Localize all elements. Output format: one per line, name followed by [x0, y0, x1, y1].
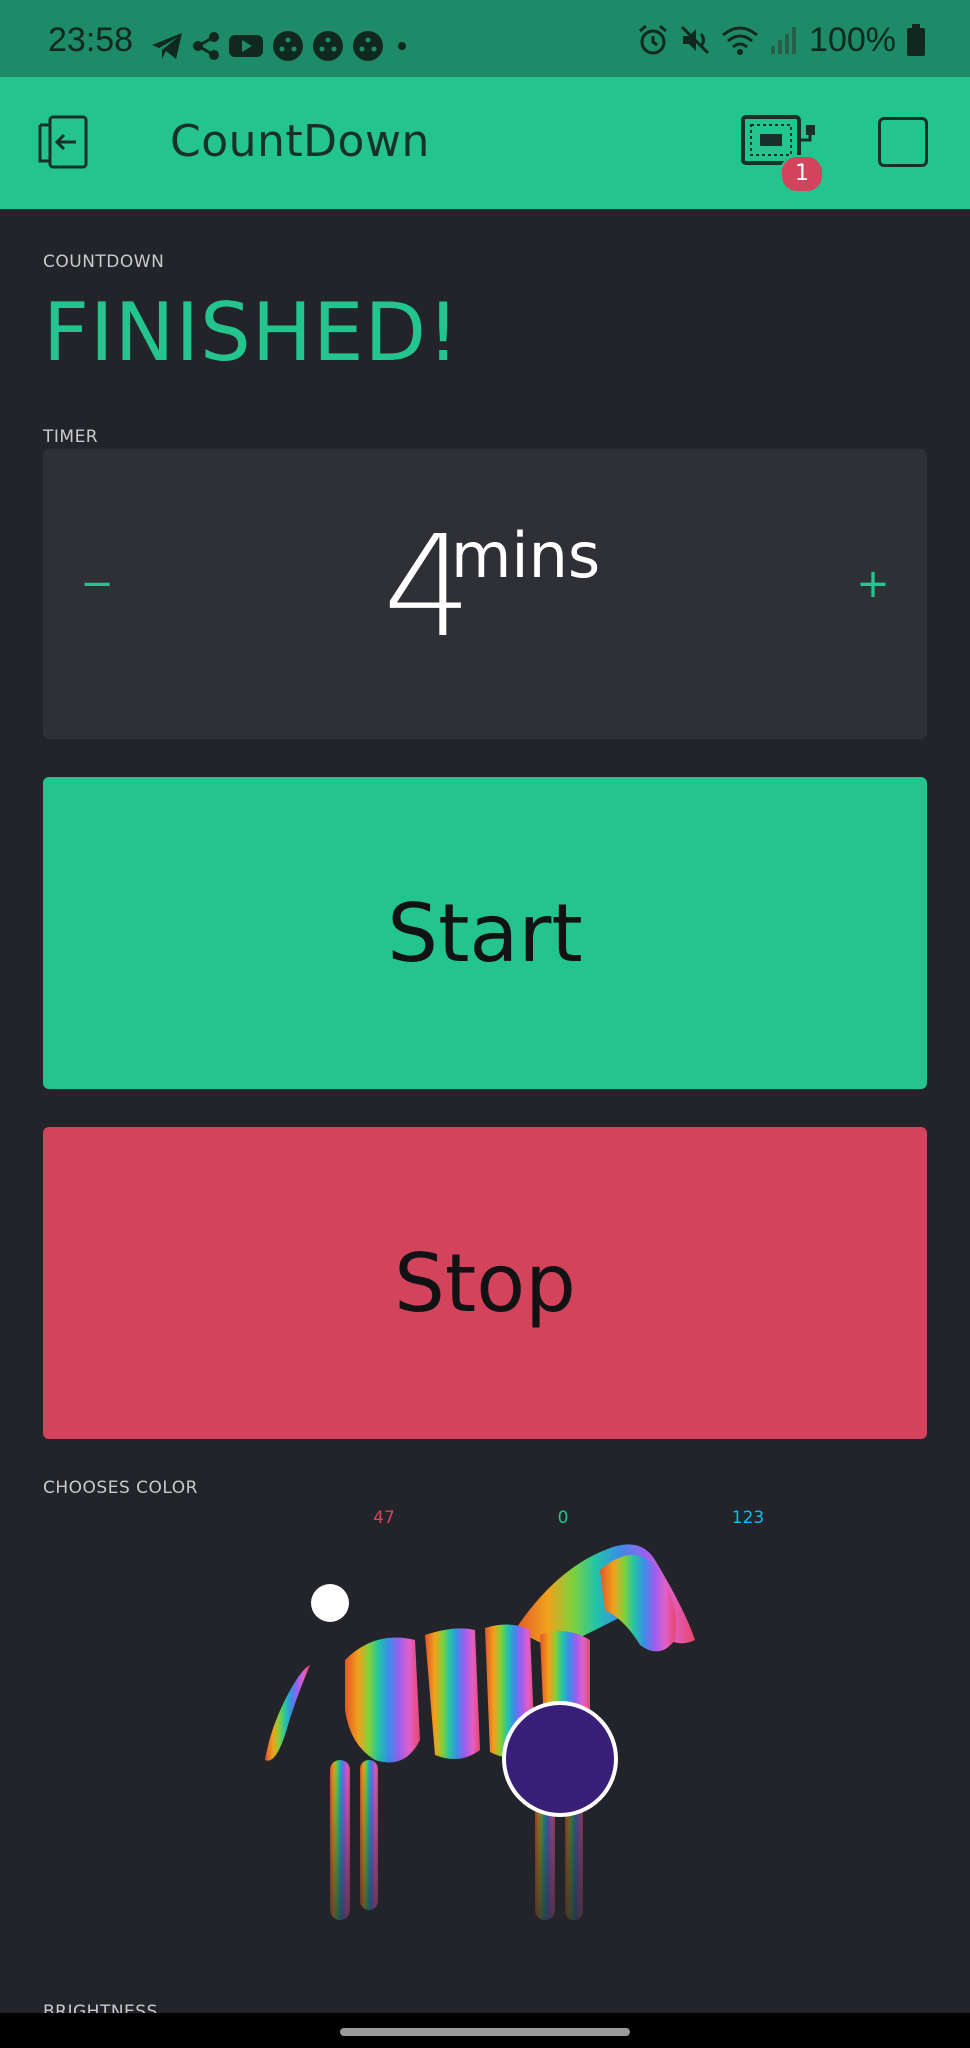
- home-gesture-handle[interactable]: [340, 2028, 630, 2036]
- wifi-icon: [722, 26, 758, 55]
- play-stop-button[interactable]: [878, 117, 928, 167]
- status-bar: 23:58 100%: [0, 0, 970, 77]
- signal-icon: [771, 27, 797, 54]
- share-icon: [193, 32, 219, 60]
- start-button[interactable]: Start: [43, 777, 927, 1089]
- project-title: CountDown: [170, 116, 430, 167]
- mute-icon: [680, 25, 710, 55]
- timer-increment-button[interactable]: +: [853, 564, 893, 604]
- battery-icon: [907, 24, 925, 56]
- countdown-display: FINISHED!: [43, 286, 461, 379]
- timer-unit: mins: [451, 519, 601, 592]
- system-status-icons: 100%: [637, 20, 926, 60]
- exit-project-button[interactable]: [36, 113, 96, 173]
- stop-button[interactable]: Stop: [43, 1127, 927, 1439]
- color-picker-handle[interactable]: [311, 1584, 349, 1622]
- selected-color-indicator: [502, 1701, 618, 1817]
- device-count-badge: 1: [780, 155, 824, 193]
- exit-icon: [38, 115, 88, 169]
- countdown-label: COUNTDOWN: [43, 252, 165, 272]
- color-label: CHOOSES COLOR: [43, 1478, 198, 1498]
- youtube-icon: [229, 35, 263, 57]
- stop-button-label: Stop: [394, 1236, 576, 1330]
- navigation-bar: [0, 2013, 970, 2048]
- alarm-icon: [639, 24, 667, 55]
- app-bar: CountDown 1: [0, 77, 970, 209]
- green-value: 0: [557, 1508, 569, 1528]
- app-icon-3: [353, 31, 383, 61]
- app-icon-2: [313, 31, 343, 61]
- timer-stepper: − 4 mins +: [43, 449, 927, 739]
- battery-percent: 100%: [809, 21, 896, 59]
- more-notifications-icon: [398, 42, 406, 50]
- telegram-icon: [152, 33, 182, 59]
- status-time: 23:58: [48, 21, 134, 59]
- start-button-label: Start: [387, 886, 583, 980]
- red-value: 47: [373, 1508, 395, 1528]
- notification-icons: [150, 28, 412, 64]
- app-icon-1: [273, 31, 303, 61]
- blue-value: 123: [731, 1508, 765, 1528]
- timer-decrement-button[interactable]: −: [77, 564, 117, 604]
- timer-label: TIMER: [43, 427, 99, 447]
